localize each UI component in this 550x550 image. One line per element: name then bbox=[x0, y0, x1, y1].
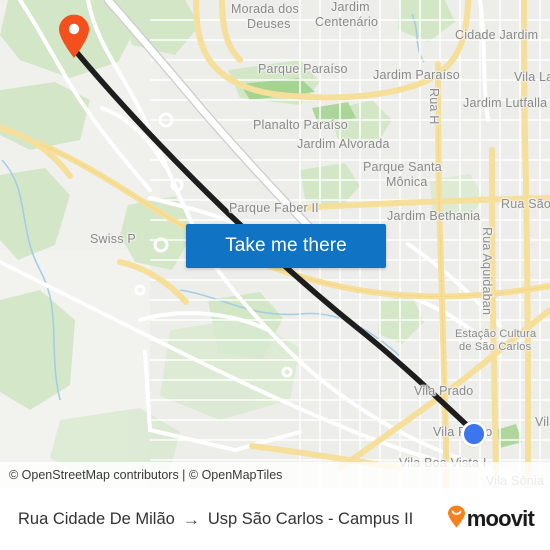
moovit-pin-icon bbox=[447, 505, 466, 533]
map-attribution-bar: © OpenStreetMap contributors | © OpenMap… bbox=[0, 462, 550, 488]
destination-dot-icon[interactable] bbox=[461, 421, 487, 447]
moovit-wordmark: moovit bbox=[466, 506, 535, 531]
moovit-route-screenshot: Morada dos Deuses Jardim Centenário Cida… bbox=[0, 0, 550, 550]
route-summary: Rua Cidade De Milão → Usp São Carlos - C… bbox=[18, 510, 439, 529]
take-me-there-label: Take me there bbox=[225, 235, 347, 256]
route-destination-label: Usp São Carlos - Campus II bbox=[207, 509, 414, 528]
route-origin-label: Rua Cidade De Milão bbox=[18, 509, 175, 528]
arrow-right-icon: → bbox=[182, 509, 200, 529]
route-footer: Rua Cidade De Milão → Usp São Carlos - C… bbox=[0, 488, 550, 550]
map-canvas[interactable]: Morada dos Deuses Jardim Centenário Cida… bbox=[0, 0, 550, 488]
moovit-logo[interactable]: moovit bbox=[447, 505, 535, 533]
take-me-there-button[interactable]: Take me there bbox=[186, 224, 386, 268]
origin-pin-icon[interactable] bbox=[57, 14, 91, 59]
map-attribution-text[interactable]: © OpenStreetMap contributors | © OpenMap… bbox=[9, 468, 282, 482]
